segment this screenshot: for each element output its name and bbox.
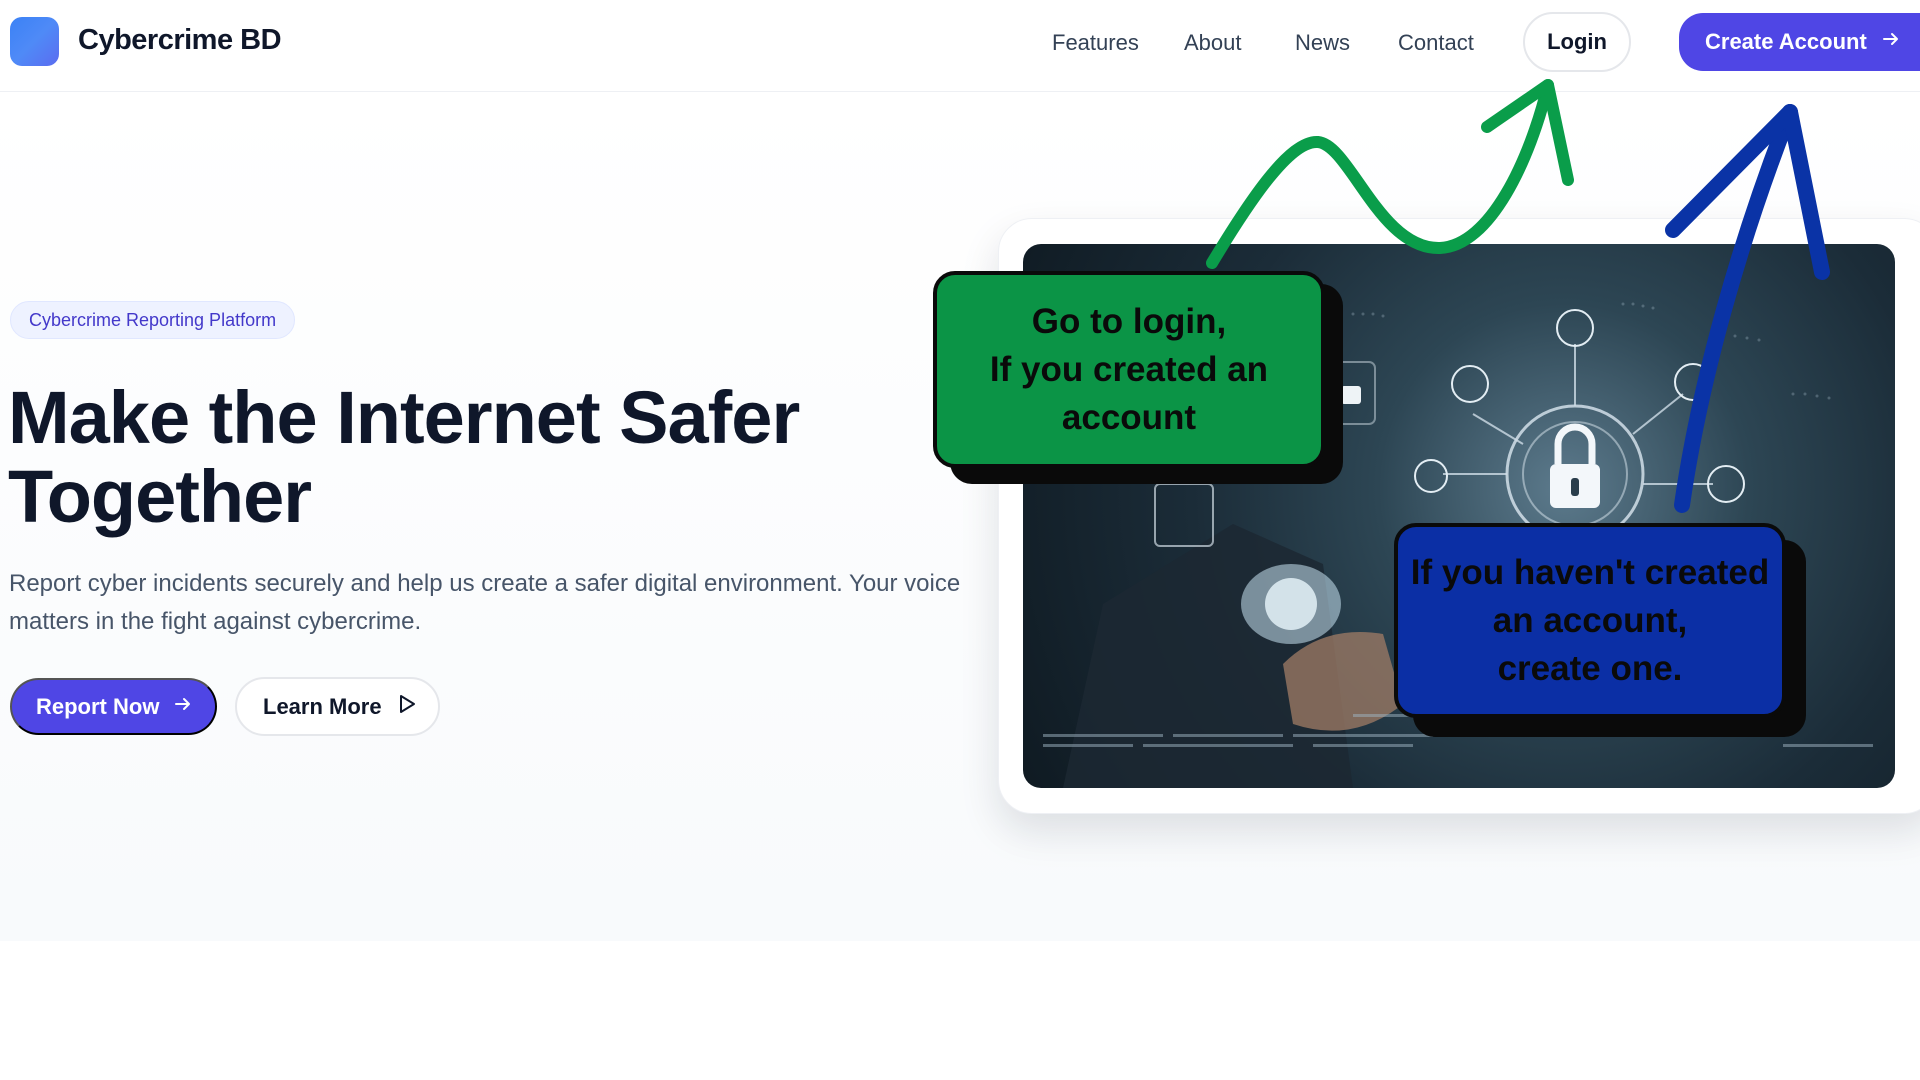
learn-more-button[interactable]: Learn More bbox=[235, 677, 440, 736]
hero-title: Make the Internet Safer Together bbox=[8, 378, 908, 536]
green-callout: Go to login, If you created an account bbox=[933, 271, 1325, 468]
arrow-right-icon bbox=[173, 694, 193, 720]
play-outline-icon bbox=[396, 693, 418, 721]
login-button-label: Login bbox=[1547, 29, 1607, 54]
report-now-label: Report Now bbox=[36, 693, 160, 719]
platform-badge: Cybercrime Reporting Platform bbox=[10, 301, 296, 339]
hero-description: Report cyber incidents securely and help… bbox=[9, 570, 961, 635]
nav-link-features[interactable]: Features bbox=[1052, 30, 1139, 56]
page: Cybercrime BD Features About News Contac… bbox=[0, 0, 1920, 1080]
hero-title-line-2: Together bbox=[8, 455, 312, 538]
blue-callout-text: If you haven't created an account, creat… bbox=[1410, 552, 1770, 688]
logo-icon[interactable] bbox=[10, 17, 59, 66]
blue-callout: If you haven't created an account, creat… bbox=[1394, 523, 1786, 718]
top-navbar: Cybercrime BD Features About News Contac… bbox=[0, 0, 1920, 92]
hero-title-line-1: Make the Internet Safer bbox=[8, 376, 800, 459]
report-now-button[interactable]: Report Now bbox=[10, 678, 217, 735]
login-button[interactable]: Login bbox=[1523, 12, 1631, 72]
create-account-button[interactable]: Create Account bbox=[1679, 13, 1920, 71]
nav-link-contact[interactable]: Contact bbox=[1398, 30, 1474, 56]
arrow-right-icon bbox=[1881, 29, 1901, 55]
green-callout-text: Go to login, If you created an account bbox=[989, 301, 1269, 437]
brand-name[interactable]: Cybercrime BD bbox=[78, 24, 282, 57]
create-account-label: Create Account bbox=[1705, 29, 1867, 54]
nav-link-about[interactable]: About bbox=[1184, 30, 1242, 56]
learn-more-label: Learn More bbox=[263, 693, 382, 719]
nav-link-news[interactable]: News bbox=[1295, 30, 1350, 56]
